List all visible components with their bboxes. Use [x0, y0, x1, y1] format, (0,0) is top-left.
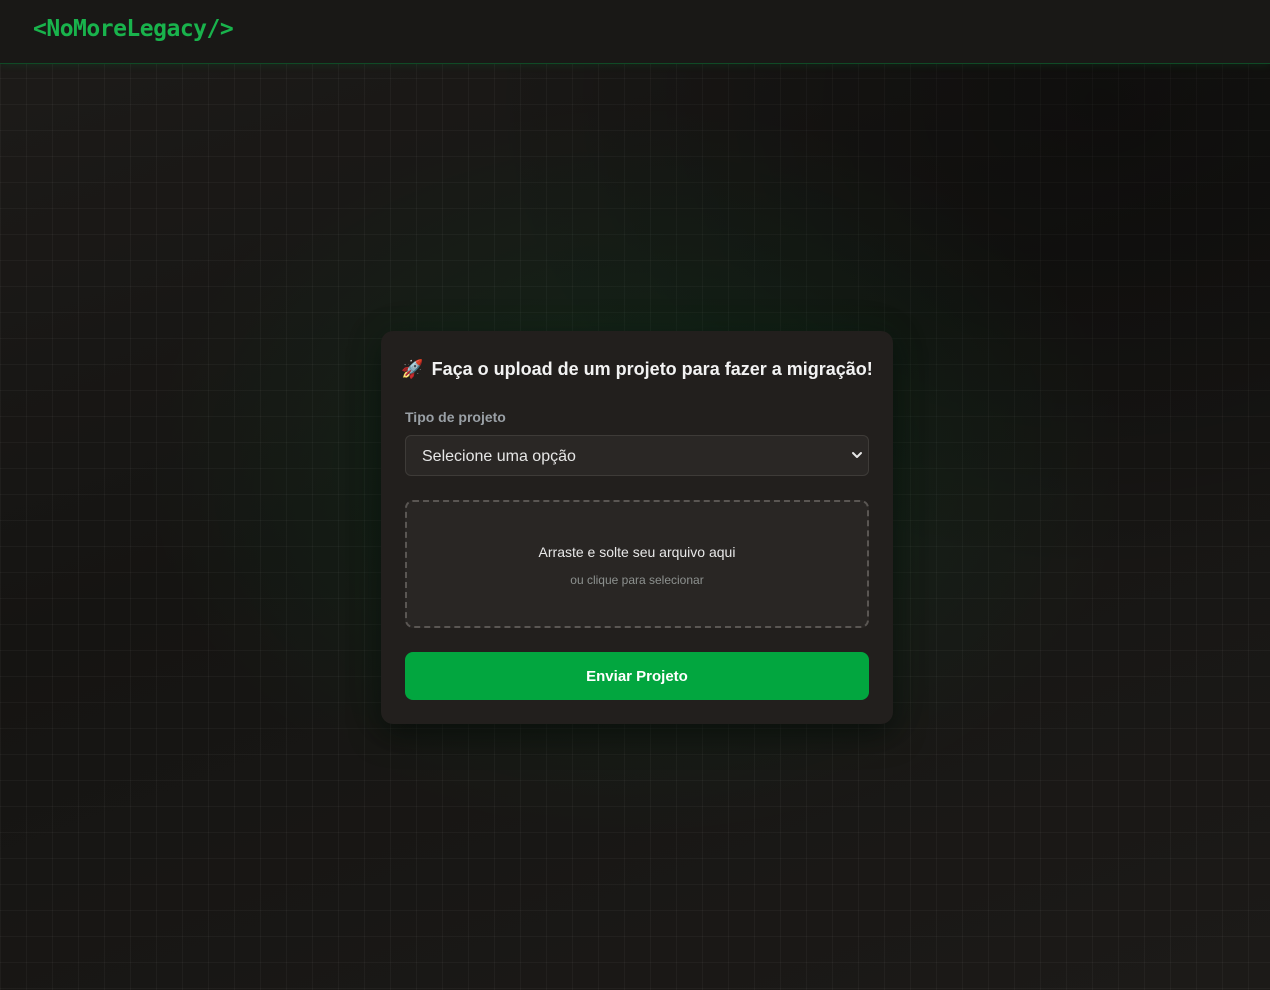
card-title: 🚀 Faça o upload de um projeto para fazer …: [381, 359, 893, 380]
app-logo[interactable]: <NoMoreLegacy/>: [33, 16, 234, 42]
project-type-selected-value: Selecione uma opção: [422, 448, 576, 465]
upload-card: 🚀 Faça o upload de um projeto para fazer …: [381, 331, 893, 724]
file-dropzone[interactable]: Arraste e solte seu arquivo aqui ou cliq…: [405, 500, 869, 628]
project-type-select[interactable]: Selecione uma opção: [405, 435, 869, 476]
card-title-text: Faça o upload de um projeto para fazer a…: [431, 359, 873, 379]
dropzone-primary-text: Arraste e solte seu arquivo aqui: [538, 544, 736, 560]
submit-project-button[interactable]: Enviar Projeto: [405, 652, 869, 700]
rocket-icon: 🚀: [401, 359, 424, 380]
dropzone-secondary-text: ou clique para selecionar: [570, 573, 704, 587]
top-bar: <NoMoreLegacy/>: [0, 0, 1270, 64]
project-type-label: Tipo de projeto: [405, 409, 506, 425]
chevron-down-icon: [852, 452, 862, 458]
